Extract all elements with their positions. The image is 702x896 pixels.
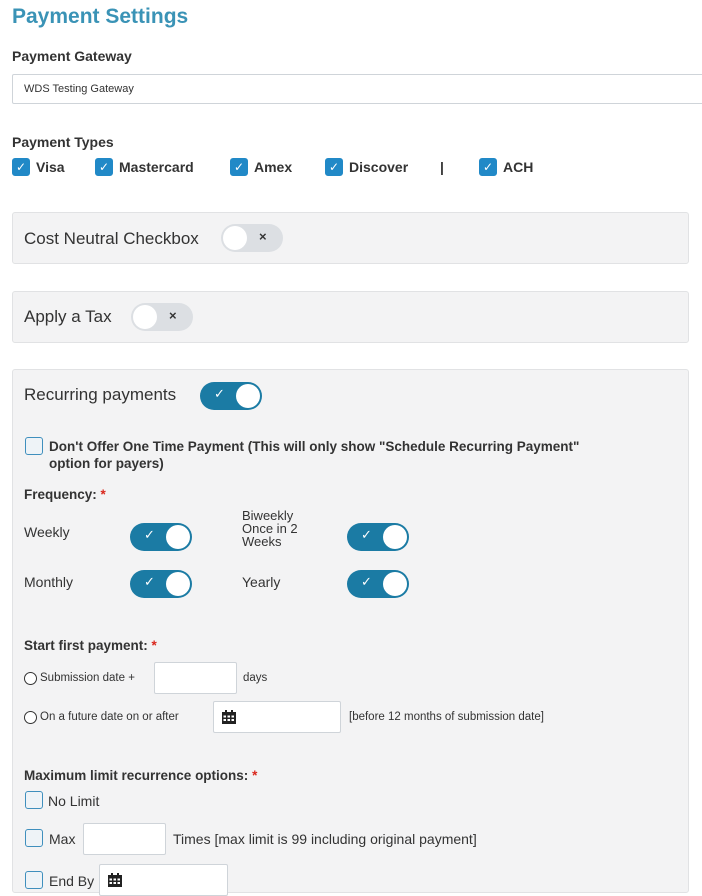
dont-offer-label: Don't Offer One Time Payment (This will … <box>49 439 580 454</box>
monthly-toggle[interactable]: ✓ <box>130 570 192 598</box>
check-icon[interactable]: ✓ <box>479 158 497 176</box>
gateway-select[interactable]: WDS Testing Gateway ⌄ <box>12 74 702 104</box>
max-times-input[interactable] <box>83 823 166 855</box>
end-by-label: End By <box>49 873 95 889</box>
toggle-knob <box>236 384 260 408</box>
page-title: Payment Settings <box>12 5 189 28</box>
gateway-label: Payment Gateway <box>12 48 132 64</box>
submission-date-label: Submission date + <box>40 672 135 684</box>
payment-type-ach[interactable]: ✓ ACH <box>479 158 533 176</box>
end-by-date-input[interactable] <box>99 864 228 896</box>
monthly-label: Monthly <box>24 574 74 590</box>
max-checkbox[interactable] <box>25 829 43 847</box>
weekly-toggle[interactable]: ✓ <box>130 523 192 551</box>
payment-type-visa[interactable]: ✓ Visa <box>12 158 65 176</box>
gateway-selected-value: WDS Testing Gateway <box>24 83 134 95</box>
future-date-input[interactable] <box>213 701 341 733</box>
max-limit-label: Maximum limit recurrence options: * <box>24 768 258 783</box>
close-icon: × <box>259 229 267 244</box>
days-label: days <box>243 672 268 684</box>
recurring-label: Recurring payments <box>24 385 177 404</box>
check-icon[interactable]: ✓ <box>230 158 248 176</box>
check-icon: ✓ <box>361 527 372 542</box>
payment-type-amex[interactable]: ✓ Amex <box>230 158 292 176</box>
cost-neutral-toggle[interactable]: × <box>221 224 283 252</box>
check-icon: ✓ <box>144 574 155 589</box>
start-first-payment-label: Start first payment: * <box>24 638 157 653</box>
apply-tax-label: Apply a Tax <box>24 307 112 326</box>
yearly-toggle[interactable]: ✓ <box>347 570 409 598</box>
end-by-checkbox[interactable] <box>25 871 43 889</box>
yearly-label: Yearly <box>242 574 281 590</box>
frequency-label: Frequency: * <box>24 487 106 502</box>
max-label: Max <box>49 831 76 847</box>
future-date-radio[interactable] <box>24 711 37 724</box>
toggle-knob <box>133 305 157 329</box>
payment-types-label: Payment Types <box>12 134 114 150</box>
check-icon[interactable]: ✓ <box>325 158 343 176</box>
apply-tax-panel: Apply a Tax × <box>12 291 689 343</box>
check-icon[interactable]: ✓ <box>95 158 113 176</box>
biweekly-toggle[interactable]: ✓ <box>347 523 409 551</box>
calendar-icon[interactable] <box>221 709 237 725</box>
payment-type-separator: | <box>440 159 444 175</box>
toggle-knob <box>383 572 407 596</box>
toggle-knob <box>166 525 190 549</box>
payment-type-discover[interactable]: ✓ Discover <box>325 158 408 176</box>
submission-date-radio[interactable] <box>24 672 37 685</box>
toggle-knob <box>223 226 247 250</box>
future-date-label: On a future date on or after <box>40 711 179 723</box>
calendar-icon[interactable] <box>107 872 123 888</box>
cost-neutral-panel: Cost Neutral Checkbox × <box>12 212 689 264</box>
check-icon: ✓ <box>214 386 225 401</box>
dont-offer-checkbox[interactable] <box>25 437 43 455</box>
submission-days-input[interactable] <box>154 662 237 694</box>
recurring-toggle[interactable]: ✓ <box>200 382 262 410</box>
toggle-knob <box>166 572 190 596</box>
close-icon: × <box>169 308 177 323</box>
dont-offer-label-2: option for payers) <box>49 456 164 471</box>
recurring-panel: Recurring payments ✓ Don't Offer One Tim… <box>12 369 689 896</box>
check-icon: ✓ <box>144 527 155 542</box>
toggle-knob <box>383 525 407 549</box>
payment-type-mastercard[interactable]: ✓ Mastercard <box>95 158 194 176</box>
before-note: [before 12 months of submission date] <box>349 711 544 723</box>
cost-neutral-label: Cost Neutral Checkbox <box>24 229 199 248</box>
no-limit-label: No Limit <box>48 793 100 809</box>
weekly-label: Weekly <box>24 524 70 540</box>
check-icon[interactable]: ✓ <box>12 158 30 176</box>
biweekly-label: Biweekly Once in 2 Weeks <box>242 508 298 549</box>
check-icon: ✓ <box>361 574 372 589</box>
apply-tax-toggle[interactable]: × <box>131 303 193 331</box>
times-note: Times [max limit is 99 including origina… <box>173 831 477 847</box>
no-limit-checkbox[interactable] <box>25 791 43 809</box>
